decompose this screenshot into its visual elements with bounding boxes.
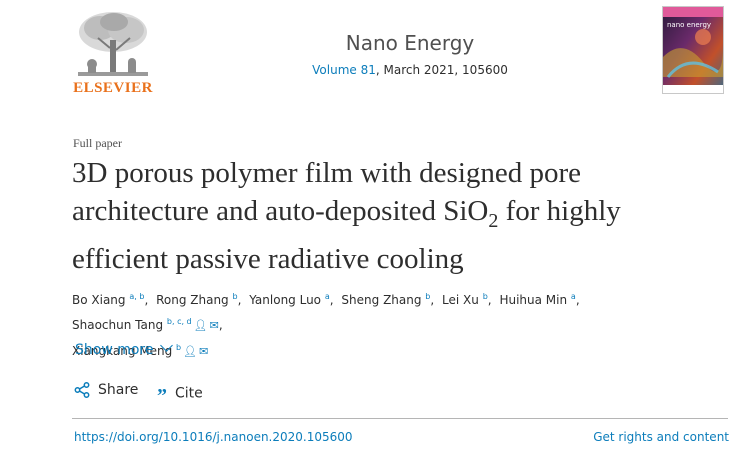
cover-art-icon: [663, 7, 723, 93]
elsevier-wordmark[interactable]: ELSEVIER: [72, 80, 154, 97]
author-name[interactable]: Sheng Zhang: [341, 293, 421, 307]
affiliation-marker[interactable]: b: [176, 343, 181, 352]
share-icon: [74, 382, 90, 398]
volume-link[interactable]: Volume 81: [312, 63, 376, 77]
author-name[interactable]: Shaochun Tang: [72, 318, 163, 332]
cite-label: Cite: [175, 385, 203, 402]
author-link[interactable]: Lei Xu b: [442, 292, 488, 307]
author-name[interactable]: Huihua Min: [499, 293, 567, 307]
share-label: Share: [98, 382, 139, 398]
doi-link[interactable]: https://doi.org/10.1016/j.nanoen.2020.10…: [74, 430, 353, 444]
author-name[interactable]: Bo Xiang: [72, 293, 126, 307]
quote-icon: ”: [157, 385, 167, 407]
journal-cover-image[interactable]: nano energy: [662, 6, 724, 94]
issue-details: , March 2021, 105600: [375, 63, 508, 77]
affiliation-marker[interactable]: b, c, d: [167, 317, 192, 326]
article-title-subscript: 2: [488, 209, 499, 232]
cite-button[interactable]: ” Cite: [157, 382, 203, 407]
show-more-label: Show more: [75, 342, 154, 358]
person-icon[interactable]: 👤︎: [194, 319, 208, 332]
article-type: Full paper: [73, 136, 122, 150]
show-more-button[interactable]: Show more: [75, 339, 173, 358]
article-title: 3D porous polymer film with designed por…: [72, 154, 712, 278]
author-name[interactable]: Lei Xu: [442, 293, 479, 307]
chevron-down-icon: [159, 339, 173, 352]
rights-link[interactable]: Get rights and content: [593, 430, 729, 444]
author-link[interactable]: Yanlong Luo a: [249, 292, 330, 307]
elsevier-tree-icon: [70, 8, 156, 82]
cover-title: nano energy: [667, 21, 712, 29]
divider: [72, 418, 728, 419]
author-link[interactable]: Shaochun Tang b, c, d 👤︎ ✉: [72, 317, 219, 332]
person-icon[interactable]: 👤︎: [183, 345, 197, 358]
author-name[interactable]: Rong Zhang: [156, 293, 229, 307]
share-button[interactable]: Share: [74, 382, 138, 398]
author-link[interactable]: Rong Zhang b: [156, 292, 238, 307]
author-name[interactable]: Yanlong Luo: [249, 293, 321, 307]
affiliation-marker[interactable]: b: [233, 292, 238, 301]
email-icon[interactable]: ✉: [210, 319, 219, 332]
author-link[interactable]: Huihua Min a: [499, 292, 575, 307]
author-link[interactable]: Bo Xiang a, b: [72, 292, 144, 307]
journal-title-link[interactable]: Nano Energy: [300, 31, 520, 55]
author-link[interactable]: Sheng Zhang b: [341, 292, 430, 307]
issue-info: Volume 81, March 2021, 105600: [270, 63, 550, 77]
email-icon[interactable]: ✉: [199, 345, 208, 358]
affiliation-marker[interactable]: a, b: [129, 292, 144, 301]
